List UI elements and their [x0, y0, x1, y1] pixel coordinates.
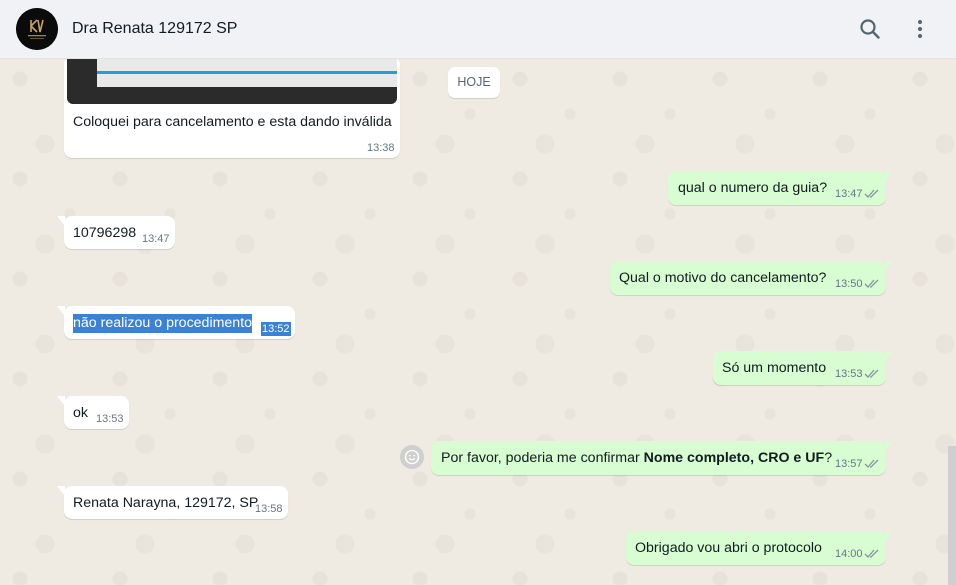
message-incoming[interactable]: ok 13:53: [57, 396, 129, 429]
contact-name[interactable]: Dra Renata 129172 SP: [72, 20, 237, 38]
message-time: 13:50: [835, 278, 863, 290]
scrollbar-thumb[interactable]: [948, 446, 956, 585]
message-outgoing[interactable]: Só um momento 13:53: [713, 351, 893, 385]
message-text-part: ?: [824, 450, 833, 466]
message-time: 13:57: [835, 458, 863, 470]
message-outgoing[interactable]: Qual o motivo do cancelamento? 13:50: [610, 261, 893, 295]
message-text: Coloquei para cancelamento e esta dando …: [73, 114, 392, 130]
message-text-part: Por favor, poderia me confirmar: [441, 450, 644, 466]
message-incoming[interactable]: Coloquei para cancelamento e esta dando …: [64, 59, 400, 158]
read-ticks-icon: [864, 369, 879, 378]
message-outgoing[interactable]: qual o numero da guia? 13:47: [668, 171, 893, 205]
message-time: 14:00: [835, 548, 863, 560]
menu-icon[interactable]: [907, 16, 933, 42]
message-time: 13:52: [261, 322, 291, 336]
chat-area[interactable]: HOJE Coloquei para cancelamento e esta d…: [0, 59, 956, 585]
read-ticks-icon: [864, 549, 879, 558]
message-outgoing[interactable]: Por favor, poderia me confirmar Nome com…: [431, 441, 893, 475]
read-ticks-icon: [864, 189, 879, 198]
message-incoming[interactable]: 10796298 13:47: [57, 216, 175, 249]
message-time: 13:53: [96, 413, 124, 425]
message-text-bold: Nome completo, CRO e UF: [643, 450, 825, 466]
chat-header: Dra Renata 129172 SP: [0, 0, 956, 59]
message-text: Renata Narayna, 129172, SP: [73, 495, 259, 511]
message-text: ok: [73, 405, 88, 421]
message-incoming[interactable]: não realizou o procedimento 13:52: [57, 306, 295, 339]
message-time: 13:38: [367, 142, 395, 154]
message-text: Qual o motivo do cancelamento?: [619, 270, 827, 286]
message-text: 10796298: [73, 225, 137, 241]
smiley-icon: [404, 449, 420, 465]
read-ticks-icon: [864, 459, 879, 468]
message-image-thumbnail[interactable]: [67, 59, 397, 104]
message-time: 13:47: [142, 233, 170, 245]
message-incoming[interactable]: Renata Narayna, 129172, SP 13:58: [57, 486, 288, 519]
contact-avatar[interactable]: [16, 8, 58, 50]
date-separator: HOJE: [448, 67, 500, 98]
message-text: Obrigado vou abri o protocolo: [635, 540, 822, 556]
message-text: qual o numero da guia?: [678, 180, 828, 196]
image-content-bar: [97, 71, 397, 74]
search-icon[interactable]: [857, 16, 883, 42]
emoji-reaction-button[interactable]: [400, 445, 424, 469]
message-outgoing[interactable]: Obrigado vou abri o protocolo 14:00: [626, 531, 893, 565]
message-time: 13:53: [835, 368, 863, 380]
message-time: 13:47: [835, 188, 863, 200]
read-ticks-icon: [864, 279, 879, 288]
message-text: não realizou o procedimento: [73, 314, 253, 333]
message-text: Só um momento: [722, 360, 827, 376]
message-time: 13:58: [255, 503, 283, 515]
message-text: Por favor, poderia me confirmar Nome com…: [441, 449, 832, 468]
